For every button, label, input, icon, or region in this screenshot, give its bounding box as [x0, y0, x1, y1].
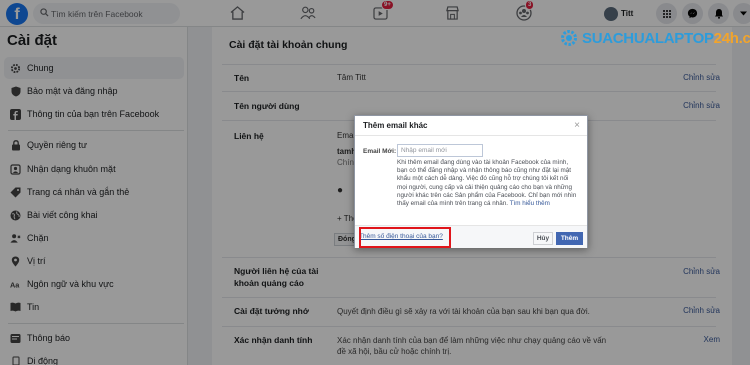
new-email-label: Email Mới:: [363, 148, 397, 155]
add-email-button[interactable]: Thêm: [556, 232, 583, 245]
dialog-help-text: Khi thêm email đang dùng vào tài khoản F…: [397, 159, 577, 208]
gear-logo-icon: [561, 30, 577, 46]
highlight-annotation-box: [359, 227, 451, 248]
learn-more-link[interactable]: Tìm hiểu thêm: [510, 200, 550, 207]
new-email-input[interactable]: [397, 144, 483, 157]
watermark-logo: SUACHUALAPTOP24h.com: [560, 29, 750, 47]
cancel-button[interactable]: Hủy: [533, 232, 553, 245]
watermark-text: SUACHUALAPTOP24h.com: [582, 29, 750, 47]
close-icon[interactable]: ×: [574, 120, 580, 131]
dialog-title: Thêm email khác: [363, 121, 428, 130]
dialog-header: Thêm email khác ×: [355, 116, 587, 136]
